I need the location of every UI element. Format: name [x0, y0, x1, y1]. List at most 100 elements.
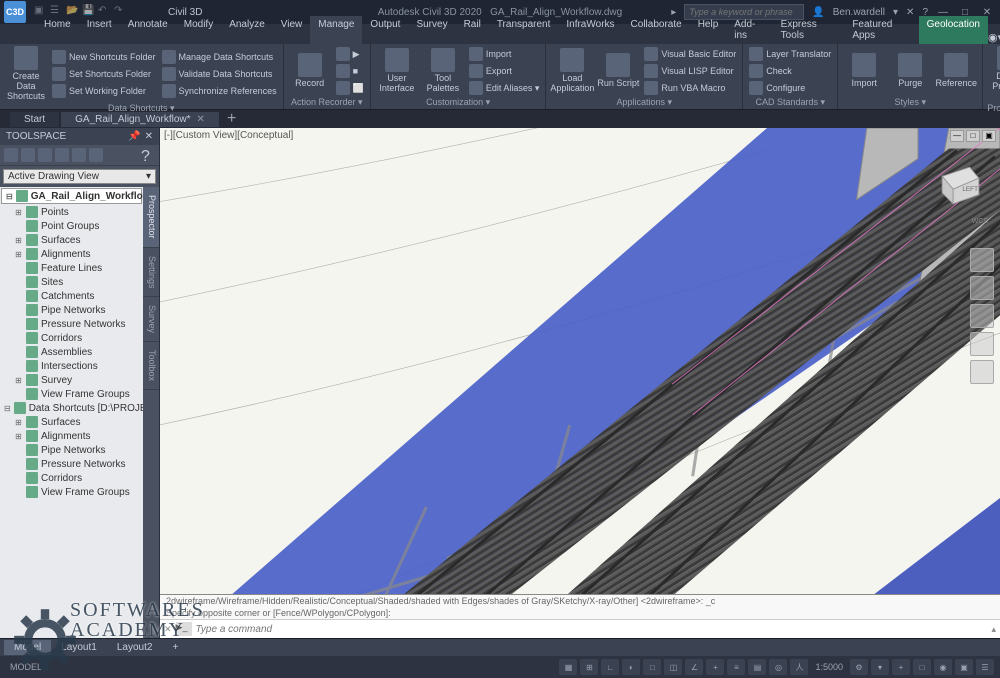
menu-tab-manage[interactable]: Manage [310, 16, 362, 44]
ribbon-button[interactable]: User Interface [375, 46, 419, 96]
add-layout-button[interactable]: + [162, 640, 188, 655]
ribbon-button[interactable]: Import [842, 46, 886, 96]
menu-tab-transparent[interactable]: Transparent [489, 16, 559, 44]
ribbon-button[interactable]: Purge [888, 46, 932, 96]
ts-help-icon[interactable]: ? [141, 148, 155, 162]
tree-node[interactable]: ⊞Surfaces [0, 233, 143, 247]
status-polar-icon[interactable]: ◐ [622, 659, 640, 675]
ribbon-button-small[interactable]: Run VBA Macro [642, 80, 738, 96]
ribbon-button[interactable]: Reference [934, 46, 978, 96]
command-input[interactable] [196, 624, 992, 635]
menu-tab-survey[interactable]: Survey [408, 16, 455, 44]
tree-node[interactable]: Assemblies [0, 345, 143, 359]
ribbon-button-small[interactable]: Manage Data Shortcuts [160, 49, 279, 65]
status-3dosnap-icon[interactable]: ◫ [664, 659, 682, 675]
ribbon-button-small[interactable]: New Shortcuts Folder [50, 49, 158, 65]
nav-wheel-icon[interactable] [970, 248, 994, 272]
status-lwt-icon[interactable]: ≡ [727, 659, 745, 675]
menu-tab-home[interactable]: Home [36, 16, 79, 44]
status-transparency-icon[interactable]: ▤ [748, 659, 766, 675]
tree-node[interactable]: ⊟Data Shortcuts [D:\PROJECTS\Rail Work..… [0, 401, 143, 415]
tree-node[interactable]: ⊞Survey [0, 373, 143, 387]
ribbon-group-label[interactable]: Styles ▾ [842, 96, 978, 109]
ribbon-button-small[interactable]: ■ [334, 63, 366, 79]
tree-node[interactable]: Catchments [0, 289, 143, 303]
ts-tool-btn[interactable] [21, 148, 35, 162]
qat-btn[interactable]: ▣ [34, 5, 48, 19]
layout-tab[interactable]: Layout1 [51, 640, 107, 655]
tree-node[interactable]: View Frame Groups [0, 485, 143, 499]
status-clean-icon[interactable]: ▣ [955, 659, 973, 675]
ribbon-button-small[interactable]: Check [747, 63, 833, 79]
toolspace-view-dropdown[interactable]: Active Drawing View▾ [3, 169, 156, 184]
ribbon-button-small[interactable]: Visual Basic Editor [642, 46, 738, 62]
expand-icon[interactable]: ⊞ [14, 250, 23, 259]
new-document-button[interactable]: + [221, 108, 242, 130]
ribbon-button[interactable]: Define Property Sets [987, 46, 1000, 102]
status-dyn-icon[interactable]: + [706, 659, 724, 675]
menu-tab-collaborate[interactable]: Collaborate [623, 16, 690, 44]
ribbon-button-small[interactable]: Configure [747, 80, 833, 96]
status-cycling-icon[interactable]: ◎ [769, 659, 787, 675]
app-icon[interactable]: C3D [4, 1, 26, 23]
menu-tab-geolocation[interactable]: Geolocation [919, 16, 988, 44]
vp-maximize-icon[interactable]: ▣ [982, 130, 996, 142]
tree-node[interactable]: Sites [0, 275, 143, 289]
toolspace-tab-survey[interactable]: Survey [143, 297, 159, 342]
expand-icon[interactable]: ⊞ [14, 432, 23, 441]
status-snap-icon[interactable]: ⊞ [580, 659, 598, 675]
layout-tab[interactable]: Layout2 [107, 640, 163, 655]
menu-tab-modify[interactable]: Modify [176, 16, 221, 44]
tree-node[interactable]: ⊞Alignments [0, 429, 143, 443]
document-tab[interactable]: GA_Rail_Align_Workflow*✕ [61, 112, 219, 127]
toolspace-close-icon[interactable]: ✕ [145, 131, 153, 142]
tree-node[interactable]: Corridors [0, 471, 143, 485]
menu-tab-add-ins[interactable]: Add-ins [726, 16, 772, 44]
status-monitor-icon[interactable]: + [892, 659, 910, 675]
ribbon-group-label[interactable]: Customization ▾ [375, 96, 542, 109]
tree-node[interactable]: Feature Lines [0, 261, 143, 275]
tree-node[interactable]: Pipe Networks [0, 443, 143, 457]
ribbon-button-small[interactable]: ▶ [334, 46, 366, 62]
ts-tool-btn[interactable] [38, 148, 52, 162]
qat-btn[interactable]: ↷ [114, 5, 128, 19]
tree-node[interactable]: ⊞Surfaces [0, 415, 143, 429]
nav-pan-icon[interactable] [970, 276, 994, 300]
expand-icon[interactable]: ⊞ [14, 208, 23, 217]
tree-node[interactable]: Pipe Networks [0, 303, 143, 317]
menu-tab-help[interactable]: Help [690, 16, 727, 44]
ribbon-button-small[interactable]: Set Shortcuts Folder [50, 66, 158, 82]
ribbon-button-small[interactable]: Validate Data Shortcuts [160, 66, 279, 82]
expand-icon[interactable]: ⊟ [6, 192, 13, 201]
ts-tool-btn[interactable] [89, 148, 103, 162]
ribbon-button-small[interactable]: Visual LISP Editor [642, 63, 738, 79]
qat-btn[interactable]: ☰ [50, 5, 64, 19]
status-workspace-icon[interactable]: ▾ [871, 659, 889, 675]
tree-node[interactable]: Pressure Networks [0, 457, 143, 471]
vp-minimize-icon[interactable]: ― [950, 130, 964, 142]
vp-restore-icon[interactable]: □ [966, 130, 980, 142]
prospector-tree[interactable]: ⊟GA_Rail_Align_Workflow⊞PointsPoint Grou… [0, 187, 143, 638]
nav-showmotion-icon[interactable] [970, 360, 994, 384]
tree-node[interactable]: ⊟GA_Rail_Align_Workflow [1, 188, 142, 204]
status-annotation-icon[interactable]: 人 [790, 659, 808, 675]
qat-btn[interactable]: 📂 [66, 5, 80, 19]
menu-tab-annotate[interactable]: Annotate [120, 16, 176, 44]
document-tab[interactable]: Start [10, 112, 59, 127]
qat-btn[interactable]: 💾 [82, 5, 96, 19]
expand-icon[interactable]: ⊞ [14, 236, 23, 245]
ribbon-button-small[interactable]: ⬜ [334, 80, 366, 96]
toolspace-tab-toolbox[interactable]: Toolbox [143, 342, 159, 390]
ribbon-button[interactable]: Record [288, 46, 332, 96]
layout-tab[interactable]: Model [4, 640, 51, 655]
menu-tab-rail[interactable]: Rail [456, 16, 489, 44]
ribbon-button-small[interactable]: Edit Aliases ▾ [467, 80, 542, 96]
status-hardware-icon[interactable]: ◉ [934, 659, 952, 675]
menu-tab-view[interactable]: View [273, 16, 311, 44]
expand-icon[interactable]: ⊞ [14, 376, 23, 385]
menu-tab-express-tools[interactable]: Express Tools [773, 16, 845, 44]
status-model-label[interactable]: MODEL [6, 662, 42, 672]
tree-node[interactable]: Pressure Networks [0, 317, 143, 331]
status-ortho-icon[interactable]: ∟ [601, 659, 619, 675]
toolspace-tab-prospector[interactable]: Prospector [143, 187, 159, 248]
